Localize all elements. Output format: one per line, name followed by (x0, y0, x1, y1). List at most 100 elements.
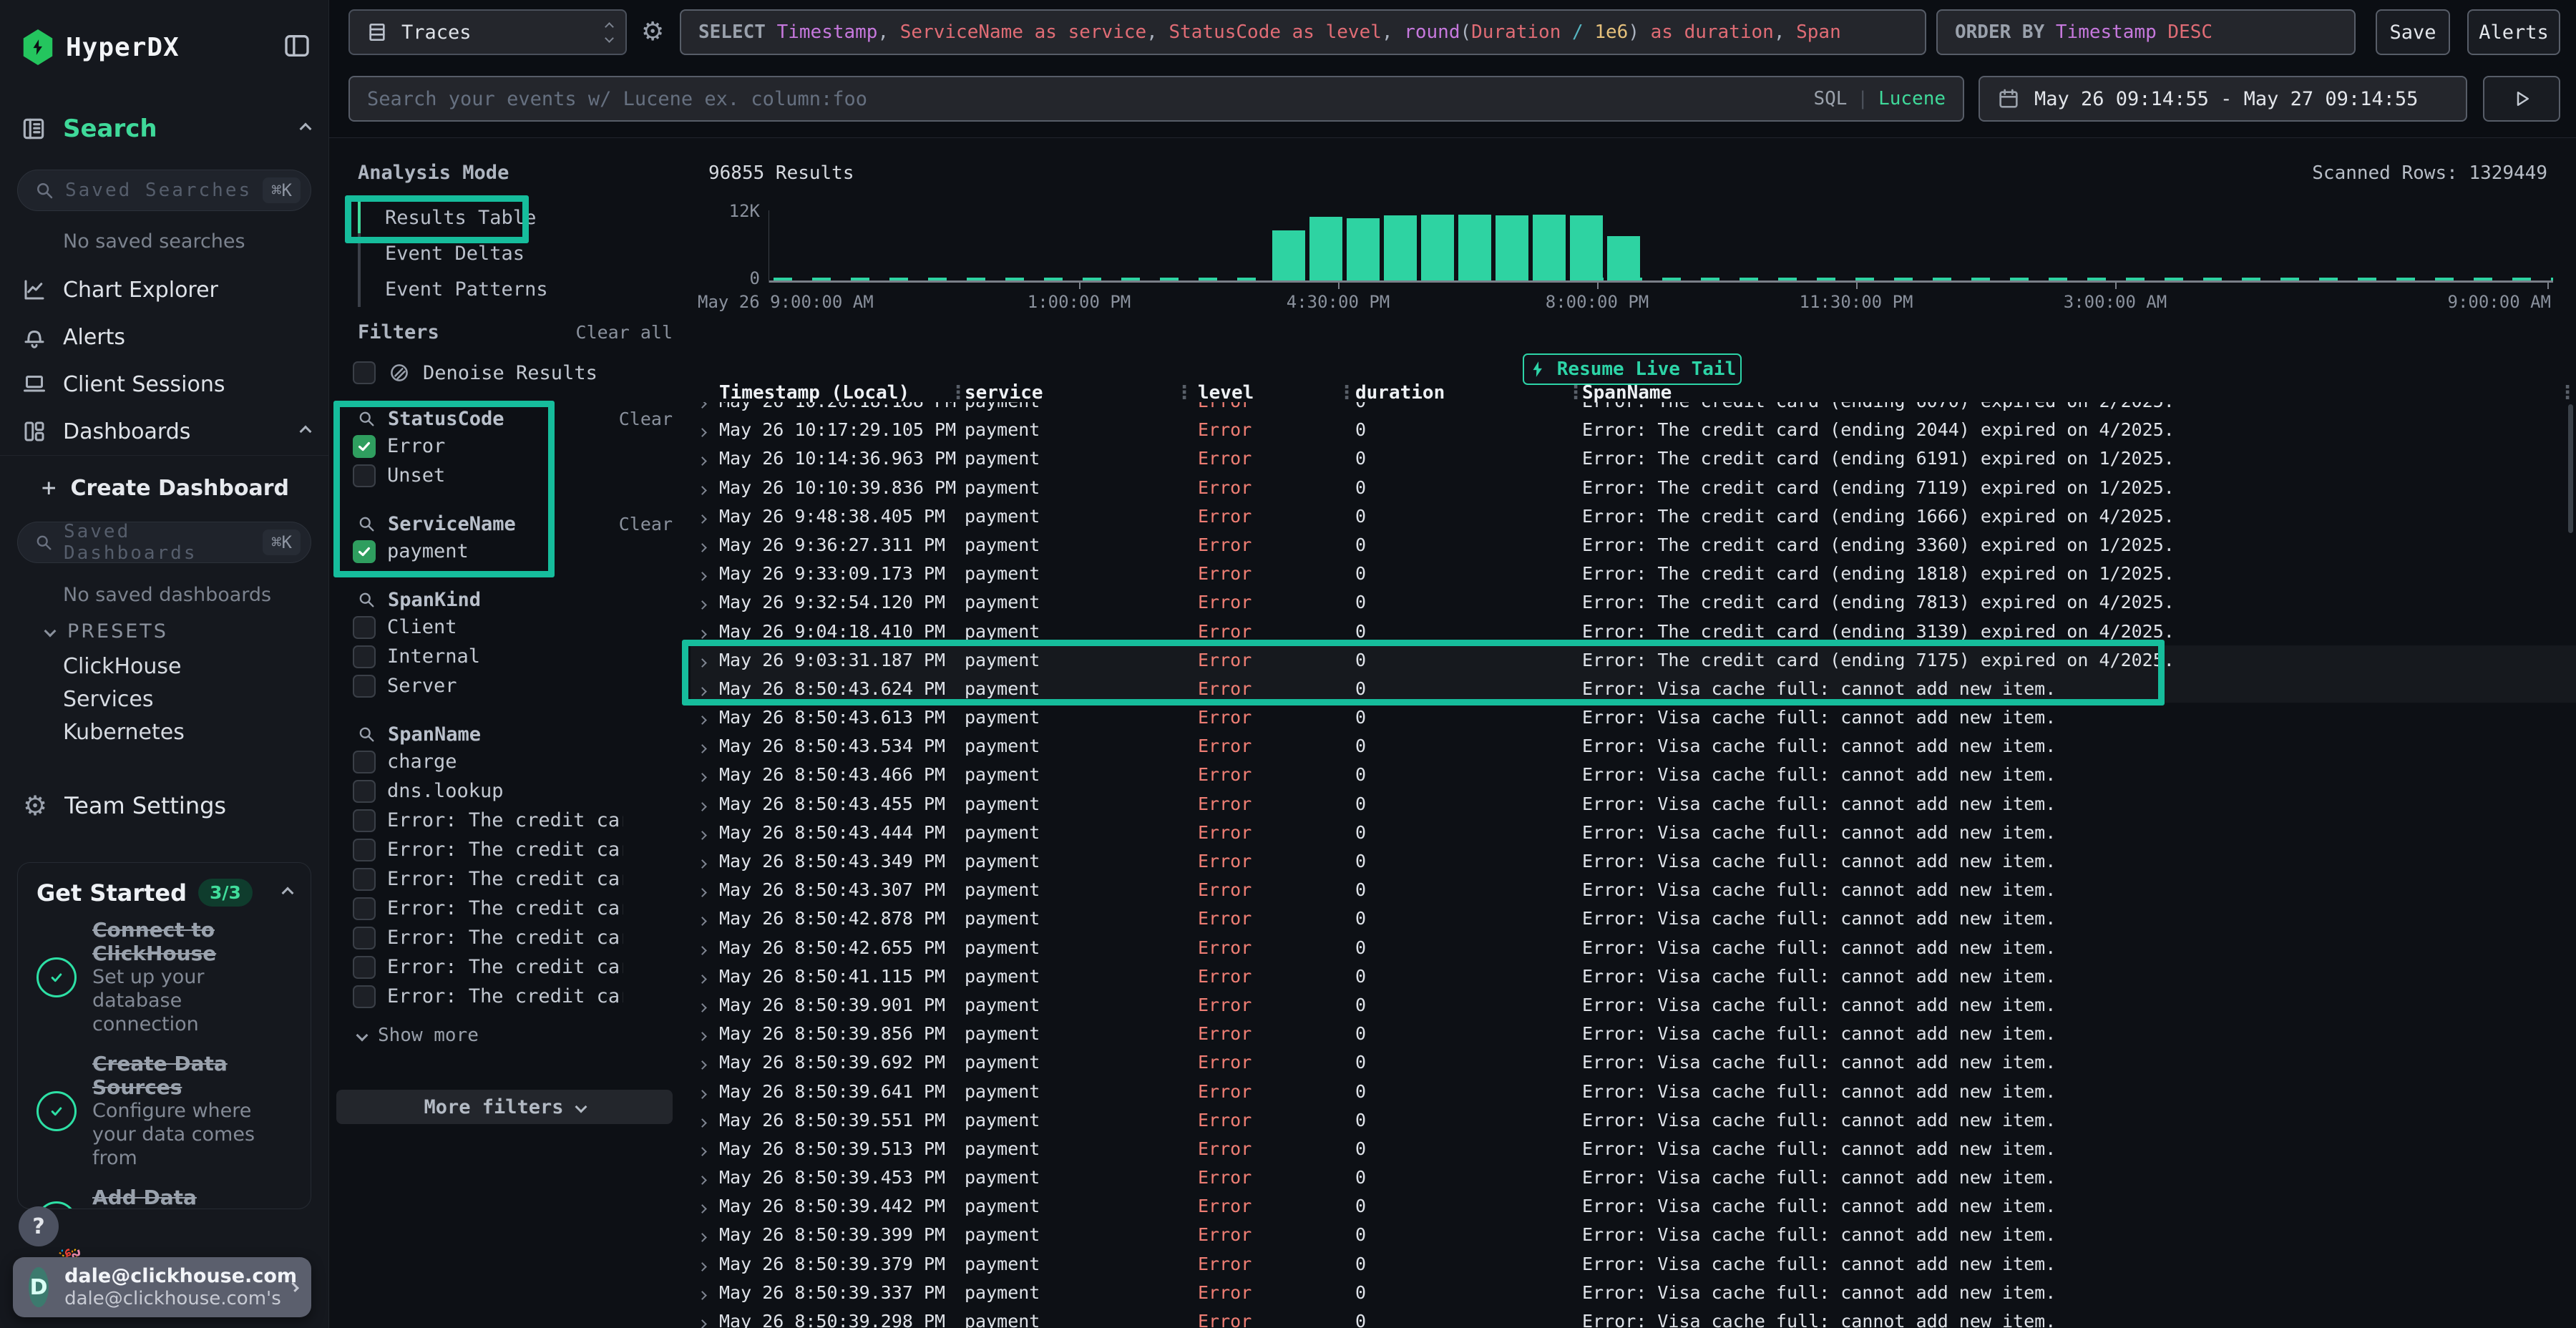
checkbox[interactable] (353, 839, 376, 861)
checkbox[interactable] (353, 985, 376, 1008)
sidebar-item-search[interactable]: Search (0, 107, 328, 150)
filter-option[interactable]: Unset (329, 461, 673, 490)
table-row[interactable]: May 26 10:14:36.963 PM payment Error 0 E… (691, 444, 2576, 472)
row-expand-chevron[interactable] (699, 966, 706, 987)
source-select[interactable]: Traces (348, 9, 627, 55)
user-account-menu[interactable]: D dale@clickhouse.com dale@clickhouse.co… (13, 1257, 311, 1317)
table-row[interactable]: May 26 9:03:31.187 PM payment Error 0 Er… (691, 645, 2576, 674)
row-expand-chevron[interactable] (699, 707, 706, 728)
saved-searches-input[interactable]: Saved Searches ⌘K (17, 170, 311, 211)
table-row[interactable]: May 26 9:04:18.410 PM payment Error 0 Er… (691, 617, 2576, 645)
scrollbar-thumb[interactable] (2568, 404, 2573, 533)
checkbox[interactable] (353, 956, 376, 979)
row-expand-chevron[interactable] (699, 1110, 706, 1131)
filter-option[interactable]: Error: The credit card … (329, 894, 673, 923)
column-header-duration[interactable]: duration (1355, 382, 1445, 404)
presets-toggle[interactable]: PRESETS (46, 618, 168, 644)
lucene-mode-toggle[interactable]: Lucene (1878, 88, 1946, 109)
filter-option[interactable]: Error: The credit card … (329, 806, 673, 835)
table-row[interactable]: May 26 9:48:38.405 PM payment Error 0 Er… (691, 502, 2576, 530)
source-settings-gear-icon[interactable]: ⚙ (641, 17, 664, 47)
get-started-step[interactable]: Add Data Start sending logs, metrics, or… (36, 1186, 292, 1209)
row-expand-chevron[interactable] (699, 879, 706, 900)
column-header-spanname[interactable]: SpanName (1582, 382, 1672, 404)
row-expand-chevron[interactable] (699, 419, 706, 440)
filter-option[interactable]: Error: The credit card … (329, 982, 673, 1011)
alerts-button[interactable]: Alerts (2467, 9, 2560, 55)
row-expand-chevron[interactable] (699, 822, 706, 843)
filter-option[interactable]: Error: The credit card … (329, 835, 673, 864)
filter-option[interactable]: Error (329, 431, 673, 461)
row-expand-chevron[interactable] (699, 908, 706, 929)
analysis-mode-option[interactable]: Event Deltas (361, 235, 673, 271)
table-row[interactable]: May 26 8:50:39.379 PM payment Error 0 Er… (691, 1249, 2576, 1278)
filter-option[interactable]: Error: The credit card … (329, 923, 673, 952)
table-row[interactable]: May 26 8:50:43.613 PM payment Error 0 Er… (691, 703, 2576, 731)
filter-option[interactable]: dns.lookup (329, 776, 673, 806)
filter-option[interactable]: Internal (329, 642, 673, 671)
column-resize-handle[interactable]: ⋮ (1175, 382, 1194, 404)
table-row[interactable]: May 26 8:50:43.455 PM payment Error 0 Er… (691, 789, 2576, 818)
checkbox[interactable] (353, 464, 376, 487)
table-row[interactable]: May 26 8:50:43.349 PM payment Error 0 Er… (691, 846, 2576, 875)
row-expand-chevron[interactable] (699, 764, 706, 785)
checkbox[interactable] (353, 540, 376, 563)
table-row[interactable]: May 26 8:50:39.442 PM payment Error 0 Er… (691, 1191, 2576, 1220)
table-row[interactable]: May 26 8:50:43.534 PM payment Error 0 Er… (691, 731, 2576, 760)
saved-dashboards-input[interactable]: Saved Dashboards ⌘K (17, 522, 311, 563)
table-row[interactable]: May 26 8:50:43.624 PM payment Error 0 Er… (691, 674, 2576, 703)
row-expand-chevron[interactable] (699, 1196, 706, 1216)
checkbox[interactable] (353, 616, 376, 639)
table-row[interactable]: May 26 8:50:43.466 PM payment Error 0 Er… (691, 760, 2576, 788)
checkbox[interactable] (353, 751, 376, 773)
checkbox[interactable] (353, 897, 376, 920)
filter-option[interactable]: charge (329, 747, 673, 776)
row-expand-chevron[interactable] (699, 621, 706, 642)
table-row[interactable]: May 26 8:50:39.298 PM payment Error 0 Er… (691, 1307, 2576, 1328)
events-histogram[interactable] (769, 210, 2553, 283)
table-row[interactable]: May 26 8:50:39.337 PM payment Error 0 Er… (691, 1278, 2576, 1307)
filter-option[interactable]: payment (329, 537, 673, 566)
row-expand-chevron[interactable] (699, 402, 706, 411)
row-expand-chevron[interactable] (699, 851, 706, 872)
checkbox[interactable] (353, 927, 376, 949)
table-row[interactable]: May 26 9:33:09.173 PM payment Error 0 Er… (691, 559, 2576, 587)
more-filters-button[interactable]: More filters (336, 1090, 673, 1124)
help-button[interactable]: ? (19, 1206, 59, 1246)
table-row[interactable]: May 26 10:20:18.188 PM payment Error 0 E… (691, 402, 2576, 415)
preset-dashboard-link[interactable]: ClickHouse (0, 650, 328, 683)
table-row[interactable]: May 26 8:50:43.307 PM payment Error 0 Er… (691, 875, 2576, 904)
table-row[interactable]: May 26 8:50:42.655 PM payment Error 0 Er… (691, 933, 2576, 962)
row-expand-chevron[interactable] (699, 995, 706, 1015)
checkbox[interactable] (353, 361, 376, 384)
row-expand-chevron[interactable] (699, 1052, 706, 1073)
get-started-step[interactable]: Create Data Sources Configure where your… (36, 1052, 292, 1170)
chevron-up-icon[interactable] (300, 426, 312, 438)
table-row[interactable]: May 26 8:50:39.399 PM payment Error 0 Er… (691, 1220, 2576, 1249)
row-expand-chevron[interactable] (699, 1138, 706, 1159)
table-row[interactable]: May 26 8:50:43.444 PM payment Error 0 Er… (691, 818, 2576, 846)
row-expand-chevron[interactable] (699, 1023, 706, 1044)
sidebar-item-dashboards[interactable]: Dashboards (0, 408, 328, 455)
table-row[interactable]: May 26 8:50:39.641 PM payment Error 0 Er… (691, 1077, 2576, 1105)
sql-mode-toggle[interactable]: SQL (1813, 88, 1847, 109)
collapse-sidebar-icon[interactable] (283, 31, 311, 63)
table-row[interactable]: May 26 8:50:39.513 PM payment Error 0 Er… (691, 1134, 2576, 1163)
filter-option[interactable]: Error: The credit card … (329, 864, 673, 894)
row-expand-chevron[interactable] (699, 794, 706, 814)
chevron-up-icon[interactable] (282, 887, 294, 899)
sidebar-item-chart-explorer[interactable]: Chart Explorer (0, 266, 328, 313)
clear-filter-link[interactable]: Clear (619, 409, 673, 429)
checkbox[interactable] (353, 809, 376, 832)
row-expand-chevron[interactable] (699, 1224, 706, 1245)
sql-orderby-editor[interactable]: ORDER BY Timestamp DESC (1936, 9, 2356, 55)
table-row[interactable]: May 26 8:50:39.551 PM payment Error 0 Er… (691, 1105, 2576, 1134)
event-search-input[interactable]: Search your events w/ Lucene ex. column:… (348, 76, 1964, 122)
preset-dashboard-link[interactable]: Kubernetes (0, 716, 328, 748)
column-header-level[interactable]: level (1198, 382, 1254, 404)
get-started-step[interactable]: Connect to ClickHouse Set up your databa… (36, 918, 292, 1036)
clear-all-filters-link[interactable]: Clear all (576, 322, 673, 343)
sidebar-item-alerts[interactable]: Alerts (0, 313, 328, 361)
row-expand-chevron[interactable] (699, 650, 706, 670)
table-row[interactable]: May 26 8:50:42.878 PM payment Error 0 Er… (691, 904, 2576, 932)
